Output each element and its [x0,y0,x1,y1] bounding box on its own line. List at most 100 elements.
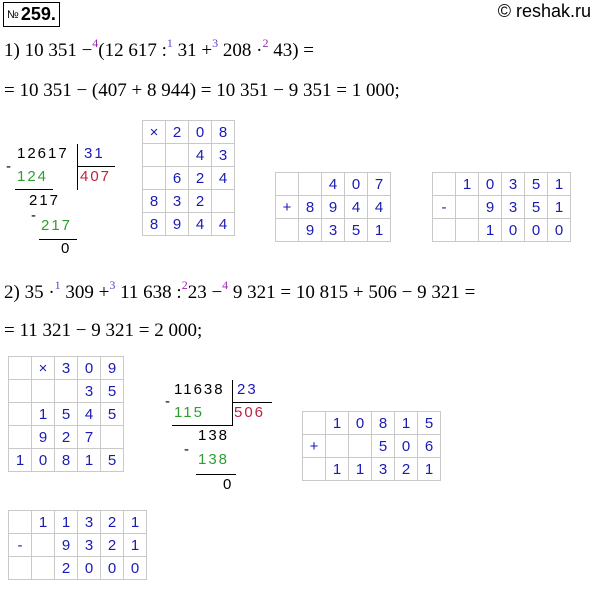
expr-part: 23 − [187,282,223,303]
grid-cell: 8 [142,212,166,236]
grid-cell: 3 [77,379,101,403]
order-mark: 1 [54,278,61,292]
grid-cell: - [432,195,456,219]
grid-cell: 4 [367,195,391,219]
expr-part: 43) [273,40,299,61]
grid-cell: 1 [123,510,147,534]
grid-cell: 3 [321,218,345,242]
expr-part: 208 · [222,40,263,61]
minus-sign: - [165,393,172,410]
grid-cell: 8 [142,189,166,213]
expr-part: 35 · [24,282,55,303]
grid-cell: 2 [188,189,212,213]
order-mark: 3 [212,36,219,50]
grid-cell: 5 [344,218,368,242]
grid-cell: 5 [524,195,548,219]
grid-cell: 9 [31,425,55,449]
grid-cell [8,510,32,534]
divisor: 23 [237,381,258,398]
grid-cell [455,195,479,219]
division-bracket [232,402,272,403]
task-number-badge: № 259. [3,2,60,27]
subtrahend: 217 [41,217,73,234]
grid-cell: 0 [77,556,101,580]
grid-cell: 1 [417,457,441,481]
quotient: 407 [80,168,112,185]
divisor: 31 [84,145,105,162]
grid-cell: 0 [100,556,124,580]
division-bracket [77,166,115,167]
grid-cell: 1 [31,510,55,534]
addition-grid-2: 10815 +5 0 6 11321 [302,411,441,481]
task-number: 259. [20,4,56,24]
grid-cell [8,402,32,426]
grid-cell: 8 [54,448,78,472]
grid-cell: 6 [417,434,441,458]
dividend: 12617 [17,145,69,162]
grid-cell [8,379,32,403]
grid-cell: 2 [394,457,418,481]
expr-part: 10 351 − [24,40,93,61]
task1-result-line: = 10 351 − (407 + 8 944) = 10 351 − 9 35… [4,80,400,101]
grid-cell [31,533,55,557]
grid-cell: 3 [211,143,235,167]
grid-cell [211,189,235,213]
grid-cell [298,172,322,196]
grid-cell: 5 [100,448,124,472]
grid-cell [432,218,456,242]
grid-cell: 2 [165,120,189,144]
grid-cell: 8 [298,195,322,219]
grid-cell: 1 [478,218,502,242]
grid-cell: 1 [31,402,55,426]
grid-cell: 9 [478,195,502,219]
grid-cell: 0 [31,448,55,472]
grid-cell: 1 [123,533,147,557]
dividend: 11638 [174,381,225,398]
grid-cell: 3 [77,533,101,557]
grid-cell: × [142,120,166,144]
minus-sign: - [184,441,191,458]
grid-cell: 2 [100,510,124,534]
grid-cell: 5 [371,434,395,458]
multiplication-grid-1: × 2 0 8 43 624 832 8944 [142,120,235,236]
subtraction-grid-1: 10351 -9351 1000 [432,172,571,242]
grid-cell: 7 [367,172,391,196]
order-mark: 1 [166,36,173,50]
grid-cell: 4 [188,143,212,167]
grid-cell: 9 [54,533,78,557]
grid-cell: 4 [77,402,101,426]
grid-cell: 9 [100,356,124,380]
task1-expression: 1) 10 351 −4(12 617 :1 31 +3 208 ·2 43) … [4,37,314,62]
expr-part: = [303,40,314,61]
grid-cell: 3 [371,457,395,481]
grid-cell: 9 [165,212,189,236]
grid-cell [325,434,349,458]
grid-cell [165,143,189,167]
division-line [39,239,77,240]
grid-cell: 9 [321,195,345,219]
grid-cell: × [31,356,55,380]
minus-sign: - [6,158,13,175]
division-line [196,474,236,475]
grid-cell [275,172,299,196]
grid-cell: 0 [524,218,548,242]
grid-cell: 1 [348,457,372,481]
remainder-step: 138 [198,427,230,444]
grid-cell: 4 [188,212,212,236]
quotient: 506 [234,404,266,421]
division-bracket [77,144,78,190]
grid-cell: 0 [123,556,147,580]
expr-part: 11 638 : [120,282,182,303]
multiplication-grid-2: × 3 0 9 35 1545 927 10815 [8,356,124,472]
grid-cell: + [302,434,326,458]
grid-cell: 3 [77,510,101,534]
grid-cell: 1 [547,172,571,196]
grid-cell [142,143,166,167]
grid-cell [8,356,32,380]
grid-cell: 4 [344,195,368,219]
grid-cell [142,166,166,190]
division-line [15,189,53,190]
expr-part: 309 + [65,282,110,303]
remainder: 0 [223,476,234,493]
grid-cell [302,457,326,481]
